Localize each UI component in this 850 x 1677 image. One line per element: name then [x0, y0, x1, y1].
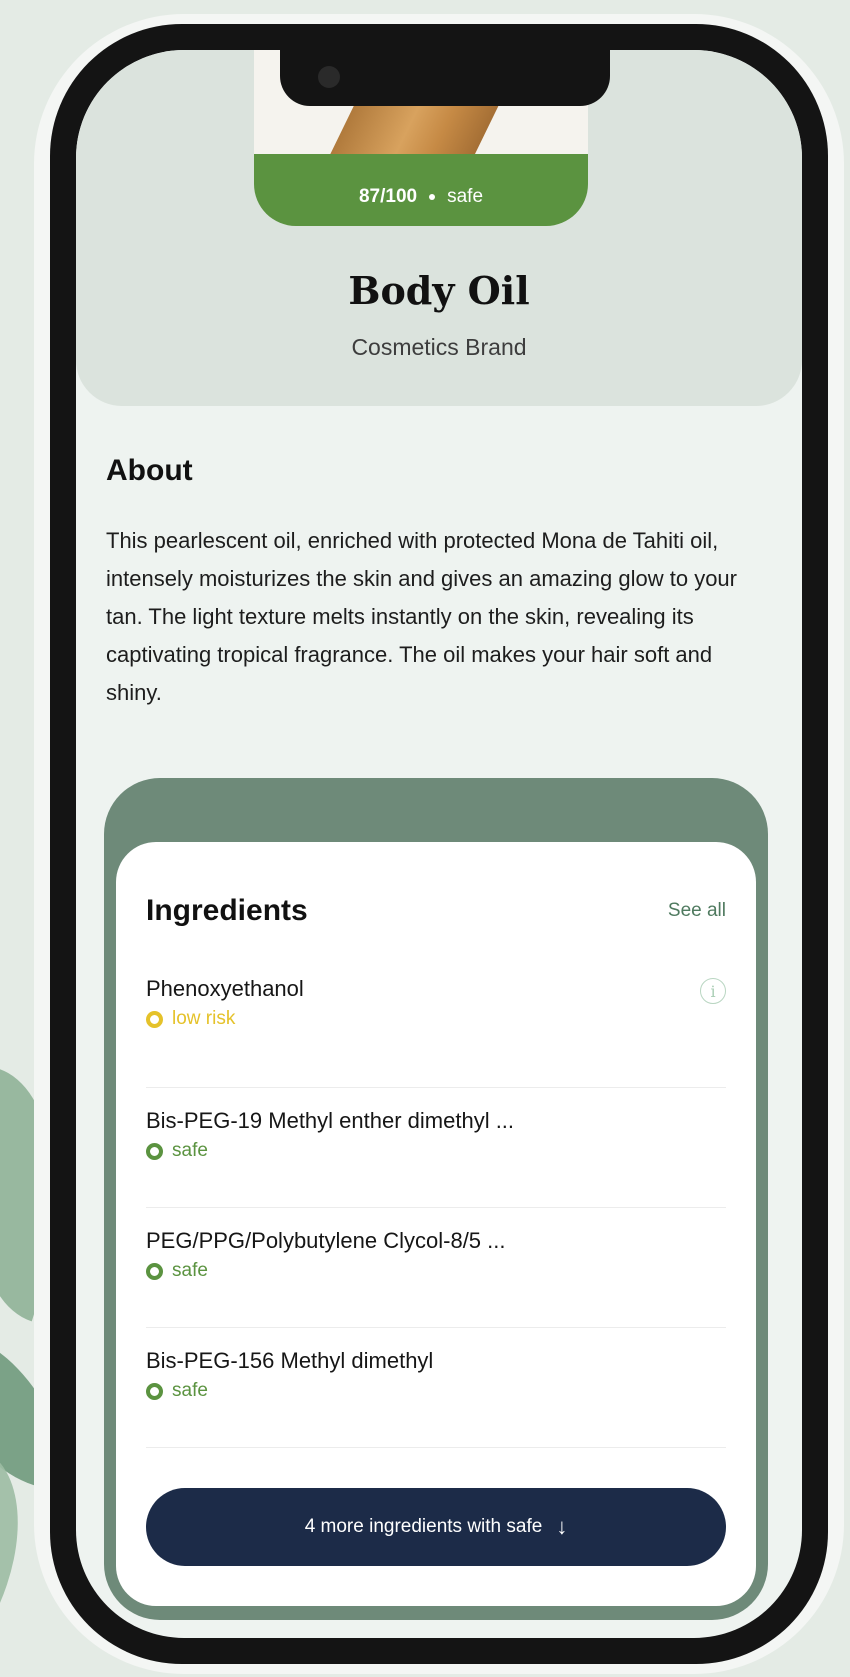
more-ingredients-label: 4 more ingredients with safe — [304, 1516, 543, 1537]
ingredients-heading: Ingredients — [146, 894, 308, 927]
separator-dot — [429, 194, 436, 200]
about-description: This pearlescent oil, enriched with prot… — [106, 528, 737, 705]
arrow-down-icon: ↓ — [556, 1514, 568, 1539]
camera-icon — [318, 66, 340, 88]
status-ring-icon — [146, 1382, 163, 1400]
status-label: safe — [172, 1380, 208, 1401]
status-ring-icon — [146, 1010, 163, 1028]
brand-name: Cosmetics Brand — [351, 334, 527, 360]
ingredient-item-peg-ppg[interactable]: PEG/PPG/Polybutylene Clycol-8/5 ... safe — [146, 1208, 726, 1328]
status-ring-icon — [146, 1142, 163, 1160]
more-ingredients-button[interactable]: 4 more ingredients with safe ↓ — [146, 1488, 726, 1566]
phone-notch — [280, 50, 610, 106]
ingredients-list: Phenoxyethanol low risk i Bis-PEG-19 Met… — [146, 968, 726, 1448]
ingredient-status: safe — [146, 1260, 726, 1282]
score-value: 87/100 — [358, 186, 418, 207]
ingredient-name: Phenoxyethanol — [146, 976, 304, 1001]
ingredient-name: Bis-PEG-19 Methyl enther dimethyl ... — [146, 1108, 515, 1133]
ingredients-header: Ingredients See all — [146, 894, 726, 928]
info-icon[interactable]: i — [700, 978, 726, 1004]
see-all-link[interactable]: See all — [668, 900, 726, 922]
ingredient-status: low risk — [146, 1008, 726, 1030]
ingredient-item-bis-peg-19[interactable]: Bis-PEG-19 Methyl enther dimethyl ... sa… — [146, 1088, 726, 1208]
about-heading: About — [106, 454, 193, 487]
ingredient-status: safe — [146, 1140, 726, 1162]
score-badge: 87/100 safe — [254, 154, 588, 226]
ingredient-name: Bis-PEG-156 Methyl dimethyl — [146, 1348, 434, 1373]
ingredient-item-phenoxyethanol[interactable]: Phenoxyethanol low risk i — [146, 968, 726, 1088]
ingredient-status: safe — [146, 1380, 726, 1402]
status-label: low risk — [172, 1008, 236, 1029]
product-title: Body Oil — [348, 268, 530, 313]
phone-frame: 87/100 safe Body Oil Cosmetics Brand Abo… — [50, 24, 828, 1664]
ingredients-panel: Ingredients See all Phenoxyethanol low r… — [104, 778, 768, 1620]
status-label: safe — [172, 1140, 208, 1161]
status-label: safe — [172, 1260, 208, 1281]
status-ring-icon — [146, 1262, 163, 1280]
score-label: safe — [447, 186, 484, 207]
ingredient-name: PEG/PPG/Polybutylene Clycol-8/5 ... — [146, 1228, 506, 1253]
phone-screen: 87/100 safe Body Oil Cosmetics Brand Abo… — [76, 50, 802, 1638]
ingredient-item-bis-peg-156[interactable]: Bis-PEG-156 Methyl dimethyl safe — [146, 1328, 726, 1448]
ingredients-card: Ingredients See all Phenoxyethanol low r… — [116, 842, 756, 1606]
